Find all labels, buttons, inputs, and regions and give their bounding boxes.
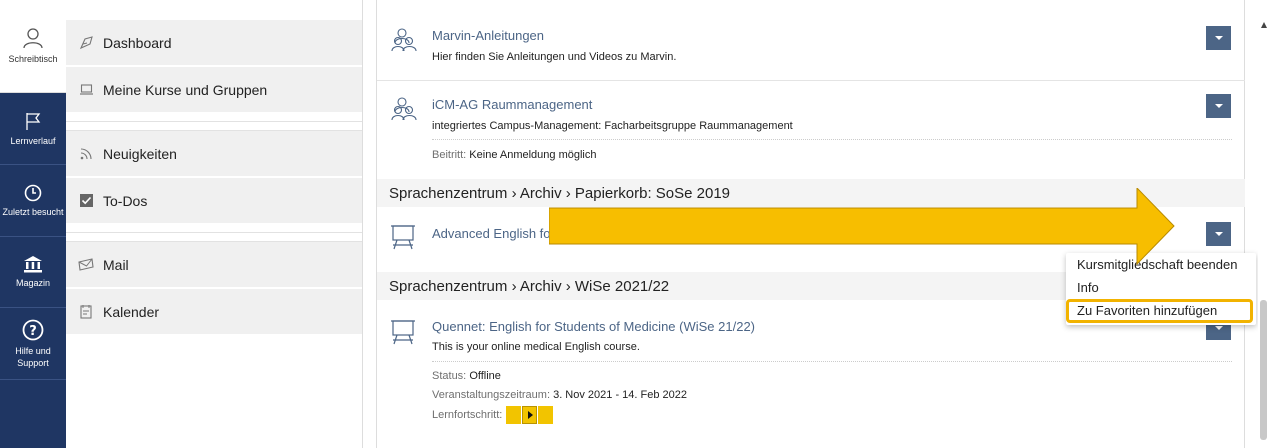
rail-item-hilfe[interactable]: ? Hilfe und Support — [0, 308, 66, 380]
group-icon — [391, 96, 419, 127]
actions-dropdown-button[interactable] — [1206, 26, 1231, 50]
caret-down-icon — [1214, 36, 1223, 40]
course-progress: Lernfortschritt: — [432, 406, 554, 424]
rail-item-lernverlauf[interactable]: Lernverlauf — [0, 93, 66, 165]
item-title-link[interactable]: Marvin-Anleitungen — [432, 28, 544, 43]
property-key: Lernfortschritt: — [432, 408, 503, 421]
rail-label: Magazin — [15, 278, 51, 288]
slate-item-mail[interactable]: Mail — [66, 242, 362, 287]
main-rail: Schreibtisch Lernverlauf Zuletzt besucht… — [0, 0, 66, 448]
course-title-link[interactable]: Quennet: English for Students of Medicin… — [432, 319, 755, 334]
rail-label: Zuletzt besucht — [2, 206, 64, 217]
slate-item-label: Dashboard — [103, 34, 172, 51]
clock-icon — [24, 184, 42, 201]
course-icon — [391, 319, 415, 350]
list-item: iCM-AG Raummanagement integriertes Campu… — [377, 81, 1245, 178]
course-icon — [391, 224, 415, 255]
help-icon: ? — [22, 319, 44, 340]
slate-item-dashboard[interactable]: Dashboard — [66, 20, 362, 65]
course-status: Status: Offline — [432, 370, 501, 382]
actions-dropdown-button[interactable] — [1206, 94, 1231, 118]
property-value: Offline — [469, 370, 501, 382]
scroll-up-icon[interactable] — [1261, 22, 1267, 28]
annotation-arrow — [549, 188, 1175, 266]
course-title-link[interactable]: Advanced English fo — [432, 226, 551, 241]
menu-item-info[interactable]: Info — [1077, 280, 1099, 295]
rail-label: Hilfe und Support — [15, 345, 51, 368]
slate-item-todos[interactable]: To-Dos — [66, 178, 362, 223]
slate-item-neuigkeiten[interactable]: Neuigkeiten — [66, 131, 362, 176]
scrollbar-thumb[interactable] — [1260, 300, 1267, 440]
mail-icon — [78, 257, 94, 273]
rail-label: Schreibtisch — [8, 54, 58, 64]
rail-label: Lernverlauf — [10, 135, 56, 146]
group-icon — [391, 27, 419, 58]
progress-box-current[interactable] — [522, 406, 538, 424]
flag-icon — [26, 112, 41, 130]
svg-text:?: ? — [29, 324, 37, 339]
slate-item-label: To-Dos — [103, 192, 148, 209]
progress-box[interactable] — [506, 406, 522, 424]
slate-item-label: Neuigkeiten — [103, 145, 177, 162]
caret-down-icon — [1214, 232, 1223, 236]
property-value: 3. Nov 2021 - 14. Feb 2022 — [553, 389, 688, 401]
progress-box[interactable] — [538, 406, 554, 424]
caret-down-icon — [1214, 326, 1223, 330]
bank-icon — [24, 256, 42, 273]
mainbar-slate: Dashboard Meine Kurse und Gruppen Neuigk… — [66, 0, 363, 448]
rail-item-zuletzt-besucht[interactable]: Zuletzt besucht — [0, 165, 66, 237]
rail-item-schreibtisch[interactable]: Schreibtisch — [0, 0, 66, 93]
property-key: Status: — [432, 370, 467, 382]
slate-item-label: Mail — [103, 256, 129, 273]
property-key: Beitritt: — [432, 149, 467, 161]
rss-icon — [78, 146, 94, 162]
divider — [432, 361, 1232, 362]
slate-separator — [66, 232, 362, 242]
property-key: Veranstaltungszeitraum: — [432, 389, 551, 401]
slate-separator — [66, 121, 362, 131]
rail-item-magazin[interactable]: Magazin — [0, 237, 66, 308]
slate-item-kurse[interactable]: Meine Kurse und Gruppen — [66, 67, 362, 112]
caret-down-icon — [1214, 104, 1223, 108]
slate-item-label: Kalender — [103, 303, 160, 320]
dashboard-icon — [78, 35, 94, 51]
item-description: Hier finden Sie Anleitungen und Videos z… — [432, 51, 677, 63]
item-title-link[interactable]: iCM-AG Raummanagement — [432, 97, 592, 112]
course-period: Veranstaltungszeitraum: 3. Nov 2021 - 14… — [432, 389, 687, 401]
list-item: Marvin-Anleitungen Hier finden Sie Anlei… — [377, 0, 1245, 80]
property-value: Keine Anmeldung möglich — [469, 149, 597, 161]
checkbox-icon — [78, 193, 94, 209]
item-description: integriertes Campus-Management: Facharbe… — [432, 120, 793, 132]
calendar-icon — [78, 304, 94, 320]
menu-item-add-favorite[interactable]: Zu Favoriten hinzufügen — [1077, 303, 1217, 318]
divider — [432, 139, 1232, 140]
item-property: Beitritt: Keine Anmeldung möglich — [432, 149, 597, 161]
user-icon — [23, 28, 43, 49]
laptop-icon — [78, 82, 94, 98]
course-description: This is your online medical English cour… — [432, 341, 640, 353]
actions-dropdown-button[interactable] — [1206, 222, 1231, 246]
slate-item-kalender[interactable]: Kalender — [66, 289, 362, 334]
slate-item-label: Meine Kurse und Gruppen — [103, 81, 268, 98]
